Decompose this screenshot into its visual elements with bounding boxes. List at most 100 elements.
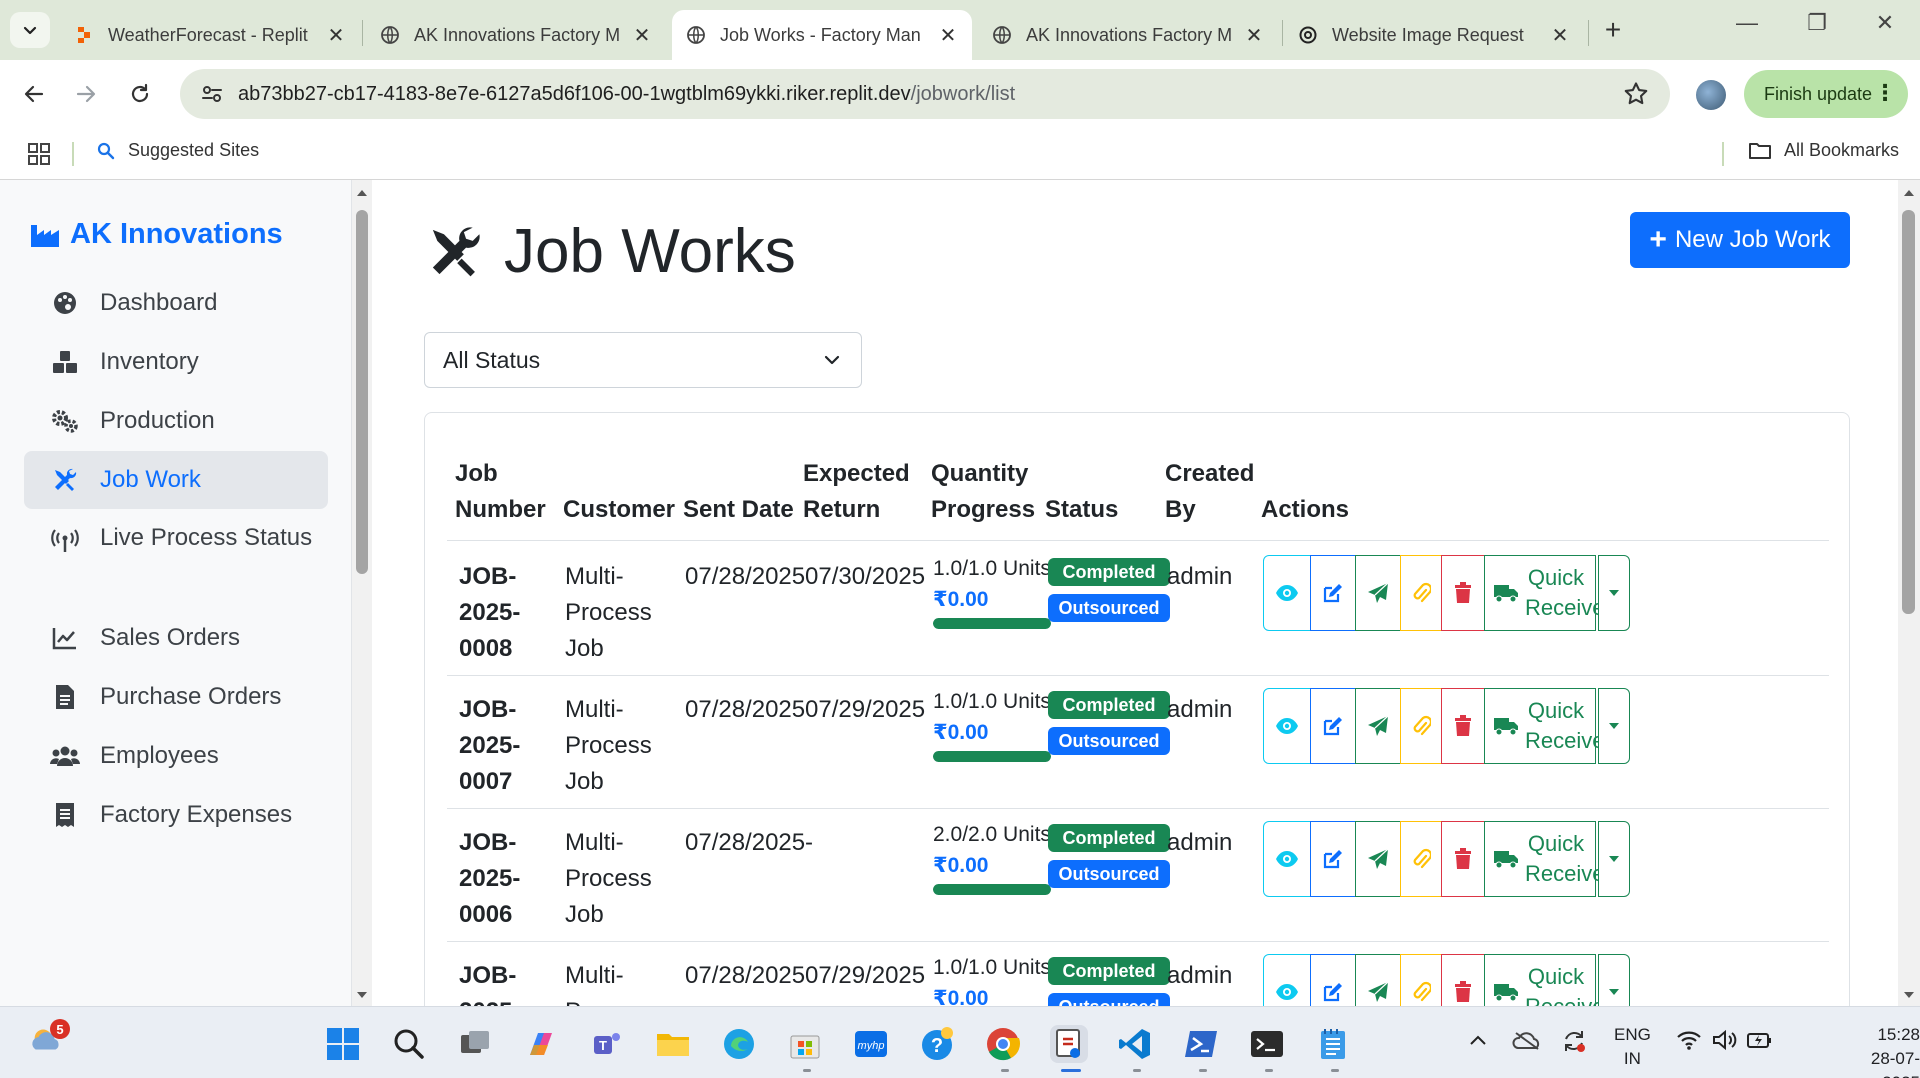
new-tab-plus-icon[interactable]: + <box>1598 14 1628 46</box>
sidebar-item-dashboard[interactable]: Dashboard <box>24 274 328 332</box>
column-header-created-by[interactable]: Created By <box>1165 456 1255 528</box>
tab-weatherforecast[interactable]: WeatherForecast - Replit ✕ <box>60 10 360 60</box>
status-filter-select[interactable]: All Status <box>424 332 862 388</box>
copilot-icon[interactable] <box>522 1025 560 1063</box>
scroll-down-icon[interactable] <box>1902 988 1916 1002</box>
brand[interactable]: AK Innovations <box>30 218 283 251</box>
job-number[interactable]: JOB-2025-0007 <box>459 692 539 800</box>
delete-button[interactable] <box>1441 555 1485 631</box>
back-button[interactable] <box>14 74 54 114</box>
page-scrollbar[interactable] <box>1898 180 1920 1006</box>
send-button[interactable] <box>1355 954 1401 1006</box>
edit-button[interactable] <box>1310 954 1356 1006</box>
onedrive-cloud-icon[interactable] <box>1512 1029 1542 1056</box>
scroll-down-icon[interactable] <box>355 988 369 1002</box>
column-header-expected-return[interactable]: Expected Return <box>803 456 913 528</box>
vscode-icon[interactable] <box>1116 1025 1154 1063</box>
battery-charging-icon[interactable] <box>1746 1029 1774 1056</box>
edit-button[interactable] <box>1310 555 1356 631</box>
attach-button[interactable] <box>1400 954 1442 1006</box>
close-icon[interactable]: ✕ <box>632 23 652 48</box>
attach-button[interactable] <box>1400 555 1442 631</box>
sidebar-item-job-work[interactable]: Job Work <box>24 451 328 509</box>
column-header-customer[interactable]: Customer <box>563 492 675 528</box>
scroll-up-icon[interactable] <box>1902 186 1916 200</box>
language-indicator[interactable]: ENG IN <box>1614 1023 1651 1071</box>
profile-avatar[interactable] <box>1696 80 1726 110</box>
edge-icon[interactable] <box>720 1025 758 1063</box>
delete-button[interactable] <box>1441 821 1485 897</box>
site-settings-icon[interactable] <box>200 82 224 106</box>
column-header-job-number[interactable]: Job Number <box>455 456 555 528</box>
column-header-quantity-progress[interactable]: Quantity Progress <box>931 456 1041 528</box>
notepad-icon[interactable] <box>1314 1025 1352 1063</box>
finish-update-button[interactable]: Finish update ⋮ <box>1744 70 1908 118</box>
sidebar-item-factory-expenses[interactable]: Factory Expenses <box>24 786 328 844</box>
volume-icon[interactable] <box>1712 1029 1738 1056</box>
chrome-icon[interactable] <box>984 1025 1022 1063</box>
tab-ak-innovations-2[interactable]: AK Innovations Factory M ✕ <box>978 10 1278 60</box>
sidebar-item-sales-orders[interactable]: Sales Orders <box>24 609 328 667</box>
windows-start-icon[interactable] <box>324 1025 362 1063</box>
more-vertical-icon[interactable]: ⋮ <box>1874 82 1896 104</box>
delete-button[interactable] <box>1441 954 1485 1006</box>
window-close-icon[interactable]: ✕ <box>1870 10 1900 36</box>
sidebar-item-employees[interactable]: Employees <box>24 727 328 785</box>
delete-button[interactable] <box>1441 688 1485 764</box>
address-bar[interactable]: ab73bb27-cb17-4183-8e7e-6127a5d6f106-00-… <box>180 69 1670 119</box>
more-actions-dropdown[interactable] <box>1598 555 1630 631</box>
terminal-icon[interactable] <box>1248 1025 1286 1063</box>
scrollbar-thumb[interactable] <box>356 210 368 574</box>
column-header-status[interactable]: Status <box>1045 492 1118 528</box>
edit-button[interactable] <box>1310 688 1356 764</box>
system-clock[interactable]: 15:28 28-07-2025 <box>1842 1023 1920 1078</box>
file-explorer-icon[interactable] <box>654 1025 692 1063</box>
job-number[interactable]: JOB-2025-0006 <box>459 825 539 933</box>
send-button[interactable] <box>1355 688 1401 764</box>
view-button[interactable] <box>1263 688 1311 764</box>
quick-receive-button[interactable]: Quick Receive <box>1484 954 1604 1006</box>
quick-receive-button[interactable]: Quick Receive <box>1484 821 1604 897</box>
sidebar-item-purchase-orders[interactable]: Purchase Orders <box>24 668 328 726</box>
powershell-icon[interactable] <box>1182 1025 1220 1063</box>
tab-search-button[interactable] <box>10 12 50 48</box>
sidebar-item-production[interactable]: Production <box>24 392 328 450</box>
scrollbar-thumb[interactable] <box>1902 210 1915 614</box>
sidebar-scrollbar[interactable] <box>352 180 372 1006</box>
sync-icon[interactable] <box>1560 1027 1588 1060</box>
apps-grid-icon[interactable] <box>26 141 52 167</box>
bookmark-suggested-sites[interactable]: Suggested Sites <box>96 140 259 161</box>
get-help-icon[interactable]: ? <box>918 1025 956 1063</box>
minimize-icon[interactable]: — <box>1732 10 1762 36</box>
tab-job-works[interactable]: Job Works - Factory Man ✕ <box>672 10 972 60</box>
show-hidden-icons-chevron-icon[interactable] <box>1468 1031 1488 1052</box>
view-button[interactable] <box>1263 821 1311 897</box>
attach-button[interactable] <box>1400 688 1442 764</box>
more-actions-dropdown[interactable] <box>1598 954 1630 1006</box>
column-header-sent-date[interactable]: Sent Date <box>683 492 794 528</box>
job-number[interactable]: JOB-2025-0008 <box>459 559 539 667</box>
edit-button[interactable] <box>1310 821 1356 897</box>
wifi-icon[interactable] <box>1676 1029 1702 1056</box>
sidebar-item-live-process-status[interactable]: Live Process Status <box>24 510 328 604</box>
reload-button[interactable] <box>120 74 160 114</box>
send-button[interactable] <box>1355 821 1401 897</box>
tab-ak-innovations-1[interactable]: AK Innovations Factory M ✕ <box>366 10 666 60</box>
attach-button[interactable] <box>1400 821 1442 897</box>
close-icon[interactable]: ✕ <box>326 23 346 48</box>
scroll-up-icon[interactable] <box>355 186 369 200</box>
teams-icon[interactable]: T <box>588 1025 626 1063</box>
microsoft-store-icon[interactable] <box>786 1025 824 1063</box>
job-number[interactable]: JOB-2025- <box>459 958 539 1006</box>
close-icon[interactable]: ✕ <box>1550 23 1570 48</box>
task-view-icon[interactable] <box>456 1025 494 1063</box>
bookmark-star-icon[interactable] <box>1622 80 1650 108</box>
more-actions-dropdown[interactable] <box>1598 688 1630 764</box>
all-bookmarks[interactable]: All Bookmarks <box>1748 140 1899 161</box>
close-icon[interactable]: ✕ <box>938 23 958 48</box>
myhp-icon[interactable]: myhp <box>852 1025 890 1063</box>
sidebar-item-inventory[interactable]: Inventory <box>24 333 328 391</box>
view-button[interactable] <box>1263 954 1311 1006</box>
more-actions-dropdown[interactable] <box>1598 821 1630 897</box>
new-job-work-button[interactable]: + New Job Work <box>1630 212 1850 268</box>
